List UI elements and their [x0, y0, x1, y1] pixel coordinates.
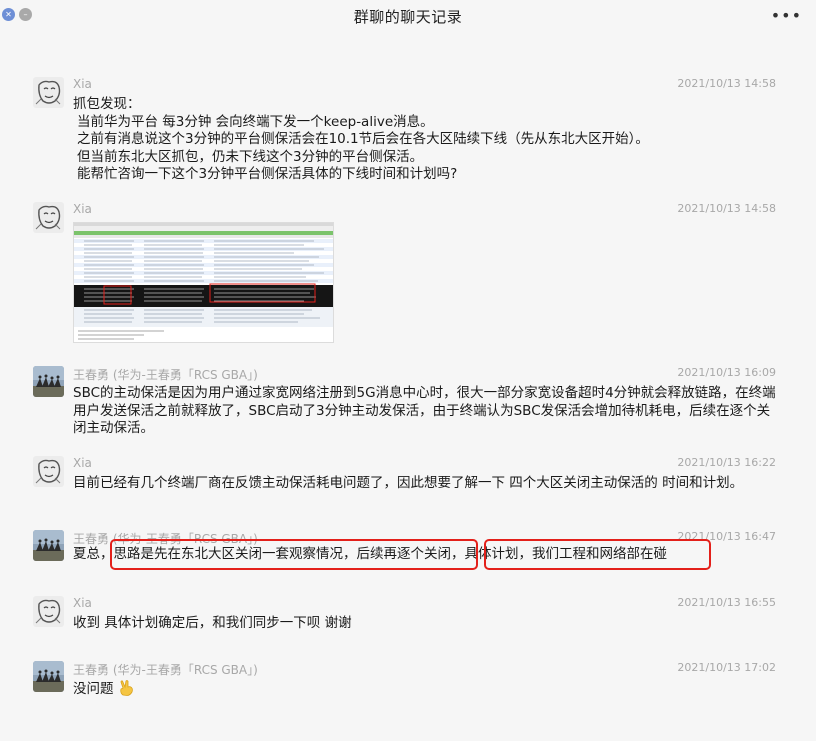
message-text: 目前已经有几个终端厂商在反馈主动保活耗电问题了，因此想要了解一下 四个大区关闭主…	[73, 475, 744, 491]
window-title: 群聊的聊天记录	[353, 7, 463, 26]
message-time: 2021/10/13 17:02	[677, 661, 776, 674]
minimize-icon[interactable]: –	[19, 8, 32, 21]
sender-name: Xia	[73, 456, 92, 470]
avatar[interactable]	[33, 530, 64, 561]
text-line: 之前有消息说这个3分钟的平台侧保活会在10.1节后会在各大区陆续下线（先从东北大…	[77, 131, 649, 147]
avatar[interactable]	[33, 202, 64, 233]
avatar[interactable]	[33, 366, 64, 397]
packet-capture-screenshot[interactable]	[73, 222, 334, 343]
text-line: 能帮忙咨询一下这个3分钟平台侧保活具体的下线时间和计划吗?	[77, 166, 458, 182]
sender-name: 王春勇 (华为-王春勇「RCS GBA」)	[73, 368, 258, 382]
message-time: 2021/10/13 14:58	[677, 77, 776, 90]
message-time: 2021/10/13 16:09	[677, 366, 776, 379]
text-line: 但当前东北大区抓包，仍未下线这个3分钟的平台侧保活。	[77, 148, 424, 165]
text-line: 没问题	[73, 681, 114, 697]
sender-name: Xia	[73, 77, 92, 91]
message-text-prefix: 夏总，	[73, 546, 114, 562]
message-list[interactable]: Xia 2021/10/13 14:58 抓包发现： 当前华为平台 每3分钟 会…	[0, 32, 816, 741]
text-line: 抓包发现：	[73, 96, 141, 112]
message-time: 2021/10/13 16:22	[677, 456, 776, 469]
victory-hand-icon	[118, 680, 136, 696]
highlight-box	[484, 539, 711, 570]
more-icon[interactable]: •••	[771, 6, 802, 25]
text-line: 收到 具体计划确定后，和我们同步一下呗 谢谢	[73, 615, 352, 631]
message-time: 2021/10/13 14:58	[677, 202, 776, 215]
highlight-box	[110, 539, 478, 570]
avatar[interactable]	[33, 596, 64, 627]
avatar[interactable]	[33, 456, 64, 487]
message-time: 2021/10/13 16:55	[677, 596, 776, 609]
message-text: 收到 具体计划确定后，和我们同步一下呗 谢谢	[73, 615, 783, 633]
chat-history-window: ✕ – 群聊的聊天记录 ••• Xia 2021/10/13 14:58 抓包发…	[0, 0, 816, 741]
sender-name: Xia	[73, 596, 92, 610]
sender-name: Xia	[73, 202, 92, 216]
message-text: SBC的主动保活是因为用户通过家宽网络注册到5G消息中心时，很大一部分家宽设备超…	[73, 385, 776, 436]
text-line: 当前华为平台 每3分钟 会向终端下发一个keep-alive消息。	[77, 113, 434, 130]
title-bar: ✕ – 群聊的聊天记录 •••	[0, 0, 816, 32]
window-controls: ✕ –	[2, 8, 32, 21]
close-icon[interactable]: ✕	[2, 8, 15, 21]
message-text: 抓包发现： 当前华为平台 每3分钟 会向终端下发一个keep-alive消息。 …	[73, 96, 783, 184]
avatar[interactable]	[33, 77, 64, 108]
sender-name: 王春勇 (华为-王春勇「RCS GBA」)	[73, 663, 258, 677]
avatar[interactable]	[33, 661, 64, 692]
message-text: 没问题	[73, 680, 783, 699]
